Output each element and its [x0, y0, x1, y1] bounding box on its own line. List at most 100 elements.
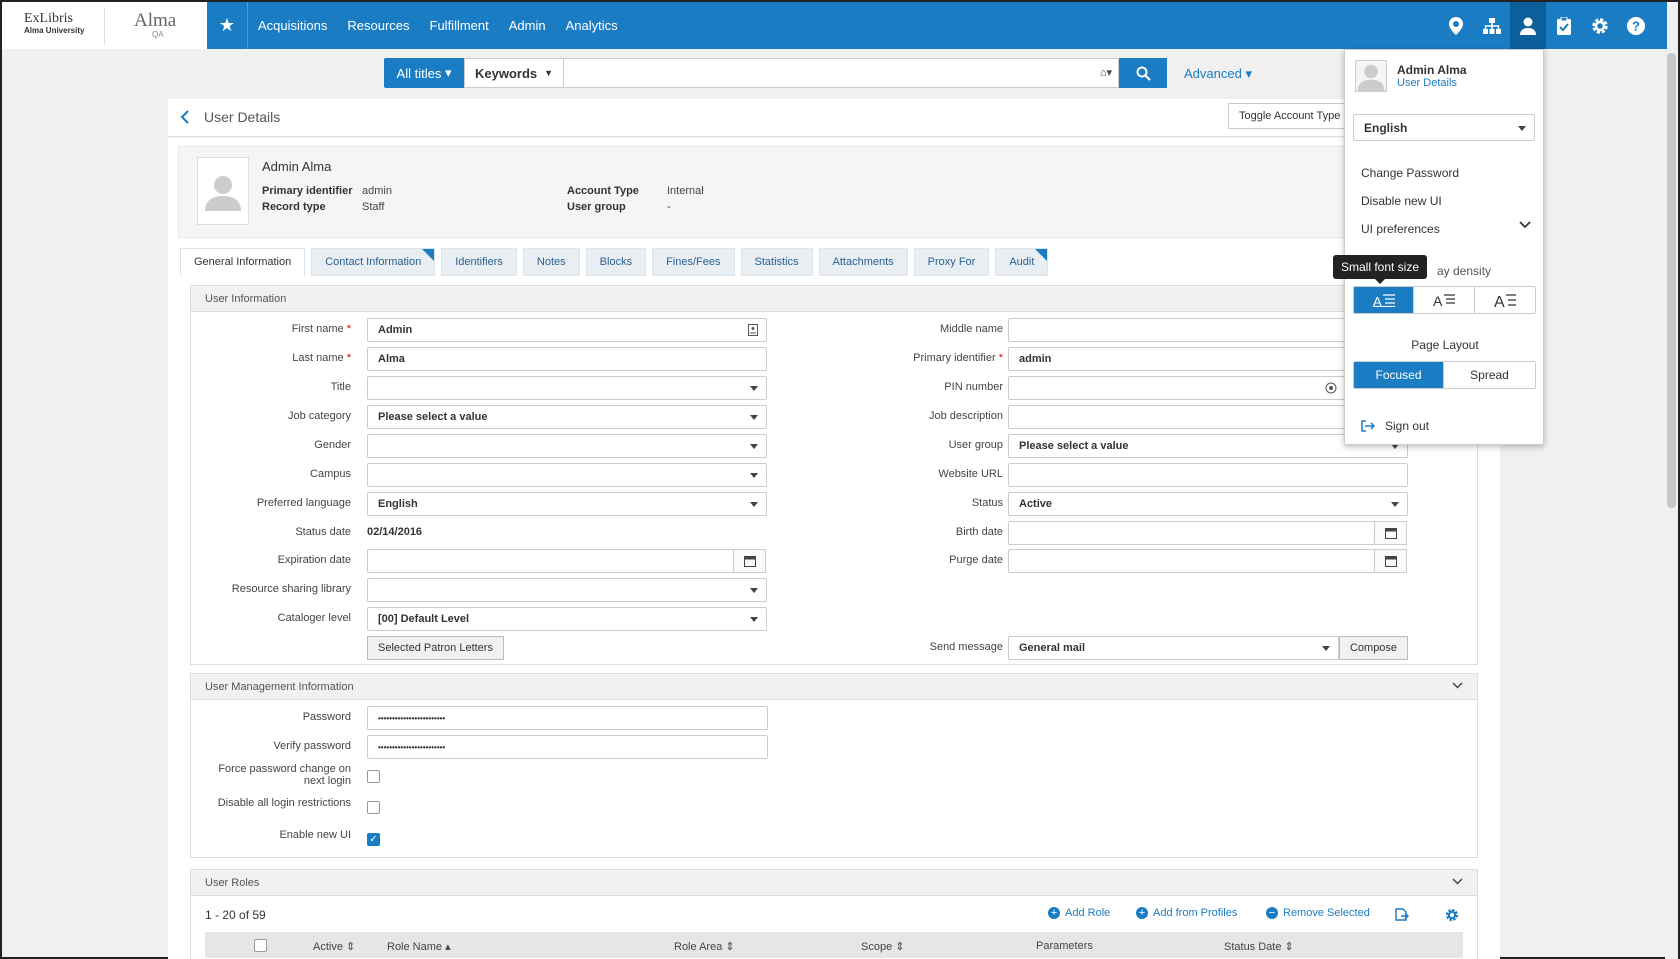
small-font-size-icon[interactable]: A — [1354, 287, 1415, 313]
gender-select[interactable] — [367, 434, 767, 458]
birth-date-input[interactable] — [1008, 521, 1407, 545]
col-active[interactable]: Active ⇕ — [313, 940, 355, 953]
nav-admin[interactable]: Admin — [509, 18, 546, 33]
enable-new-ui-checkbox[interactable]: ✓ — [367, 833, 380, 846]
tab-audit[interactable]: Audit — [995, 248, 1049, 276]
user-group-label: User group — [567, 201, 626, 213]
title-select[interactable] — [367, 376, 767, 400]
col-scope[interactable]: Scope ⇕ — [861, 940, 904, 953]
job-category-select[interactable]: Please select a value — [367, 405, 767, 429]
col-parameters[interactable]: Parameters — [1036, 940, 1093, 952]
cataloger-level-select[interactable]: [00] Default Level — [367, 607, 767, 631]
table-settings-gear-icon[interactable] — [1445, 908, 1459, 925]
contact-card-icon[interactable] — [748, 324, 758, 336]
search-button[interactable] — [1119, 58, 1167, 88]
force-password-change-label: Force password change on next login — [218, 763, 351, 787]
search-input[interactable]: ⌂▾ — [564, 58, 1119, 88]
ui-preferences-toggle[interactable]: UI preferences — [1361, 222, 1440, 236]
select-all-checkbox[interactable] — [254, 939, 267, 952]
logo[interactable]: ExLibris Alma University Alma QA — [2, 2, 207, 49]
search-scope-select[interactable]: All titles ▾ — [384, 58, 464, 88]
page-scrollbar[interactable] — [1665, 49, 1678, 959]
status-select[interactable]: Active — [1008, 492, 1408, 516]
website-url-input[interactable] — [1008, 463, 1408, 487]
top-bar: ExLibris Alma University Alma QA ★ Acqui… — [2, 2, 1667, 49]
change-password-link[interactable]: Change Password — [1361, 166, 1459, 180]
record-type-label: Record type — [262, 201, 326, 213]
gear-icon[interactable] — [1582, 2, 1618, 49]
first-name-input[interactable]: Admin — [367, 318, 767, 342]
toggle-account-type-button[interactable]: Toggle Account Type — [1228, 103, 1352, 129]
nav-analytics[interactable]: Analytics — [566, 18, 618, 33]
advanced-search-link[interactable]: Advanced ▾ — [1184, 66, 1252, 82]
disable-login-restrictions-checkbox[interactable] — [367, 801, 380, 814]
add-from-profiles-button[interactable]: + Add from Profiles — [1136, 907, 1237, 919]
layout-focused-option[interactable]: Focused — [1354, 362, 1445, 388]
language-select[interactable]: English — [1353, 114, 1535, 141]
col-status-date[interactable]: Status Date ⇕ — [1224, 940, 1294, 953]
back-arrow-icon[interactable] — [180, 110, 189, 127]
col-role-name[interactable]: Role Name ▴ — [387, 940, 451, 953]
section-header[interactable]: User Management Information — [191, 674, 1477, 700]
help-icon[interactable]: ? — [1618, 2, 1654, 49]
force-password-change-checkbox[interactable] — [367, 770, 380, 783]
section-header[interactable]: User Information — [191, 286, 1477, 312]
favorites-star-icon[interactable]: ★ — [207, 2, 248, 49]
calendar-icon[interactable] — [1374, 549, 1407, 573]
tab-notes[interactable]: Notes — [522, 248, 580, 276]
compose-button[interactable]: Compose — [1339, 636, 1408, 660]
preferred-language-select[interactable]: English — [367, 492, 767, 516]
font-size-selector: A A A — [1353, 286, 1536, 314]
user-details-link[interactable]: User Details — [1397, 77, 1457, 89]
tasks-clipboard-icon[interactable] — [1546, 2, 1582, 49]
pin-generate-icon[interactable] — [1325, 382, 1337, 394]
chevron-down-icon[interactable] — [1452, 680, 1463, 692]
scrollbar-thumb[interactable] — [1667, 53, 1676, 508]
user-icon[interactable] — [1510, 2, 1546, 49]
disable-new-ui-link[interactable]: Disable new UI — [1361, 194, 1442, 208]
password-input[interactable]: •••••••••••••••••••••••• — [367, 706, 768, 730]
medium-font-size-icon[interactable]: A — [1414, 287, 1475, 313]
expiration-date-input[interactable] — [367, 549, 766, 573]
section-header[interactable]: User Roles — [191, 870, 1477, 896]
send-message-select[interactable]: General mail — [1008, 636, 1339, 660]
home-icon[interactable]: ⌂▾ — [1100, 66, 1112, 79]
calendar-icon[interactable] — [733, 549, 766, 573]
primary-identifier-value: admin — [362, 185, 392, 197]
remove-selected-button[interactable]: − Remove Selected — [1266, 907, 1370, 919]
search-field-select[interactable]: Keywords ▼ — [464, 58, 564, 88]
tab-fines-fees[interactable]: Fines/Fees — [652, 248, 735, 276]
verify-password-input[interactable]: •••••••••••••••••••••••• — [367, 735, 768, 759]
purge-date-label: Purge date — [949, 554, 1003, 566]
tab-identifiers[interactable]: Identifiers — [441, 248, 517, 276]
job-category-label: Job category — [288, 410, 351, 422]
layout-spread-option[interactable]: Spread — [1444, 362, 1535, 388]
export-icon[interactable] — [1395, 908, 1409, 924]
verify-password-label: Verify password — [273, 740, 351, 752]
add-role-button[interactable]: + Add Role — [1048, 907, 1110, 919]
purge-date-input[interactable] — [1008, 549, 1407, 573]
resource-sharing-label: Resource sharing library — [231, 583, 351, 595]
nav-acquisitions[interactable]: Acquisitions — [258, 18, 327, 33]
tab-blocks[interactable]: Blocks — [585, 248, 647, 276]
col-role-area[interactable]: Role Area ⇕ — [674, 940, 735, 953]
nav-resources[interactable]: Resources — [347, 18, 409, 33]
campus-select[interactable] — [367, 463, 767, 487]
sign-out-button[interactable]: Sign out — [1361, 419, 1429, 433]
calendar-icon[interactable] — [1374, 521, 1407, 545]
nav-fulfillment[interactable]: Fulfillment — [430, 18, 489, 33]
chevron-down-icon[interactable] — [1452, 876, 1463, 888]
tab-proxy-for[interactable]: Proxy For — [913, 248, 990, 276]
chevron-down-icon[interactable] — [1519, 218, 1531, 232]
birth-date-label: Birth date — [955, 526, 1003, 538]
resource-sharing-select[interactable] — [367, 578, 767, 602]
tab-contact-information[interactable]: Contact Information — [311, 248, 436, 276]
sitemap-icon[interactable] — [1474, 2, 1510, 49]
large-font-size-icon[interactable]: A — [1474, 287, 1535, 313]
tab-general-information[interactable]: General Information — [180, 248, 306, 276]
tab-attachments[interactable]: Attachments — [818, 248, 908, 276]
last-name-input[interactable]: Alma — [367, 347, 767, 371]
tab-statistics[interactable]: Statistics — [740, 248, 813, 276]
location-pin-icon[interactable] — [1438, 2, 1474, 49]
selected-patron-letters-button[interactable]: Selected Patron Letters — [367, 636, 504, 660]
